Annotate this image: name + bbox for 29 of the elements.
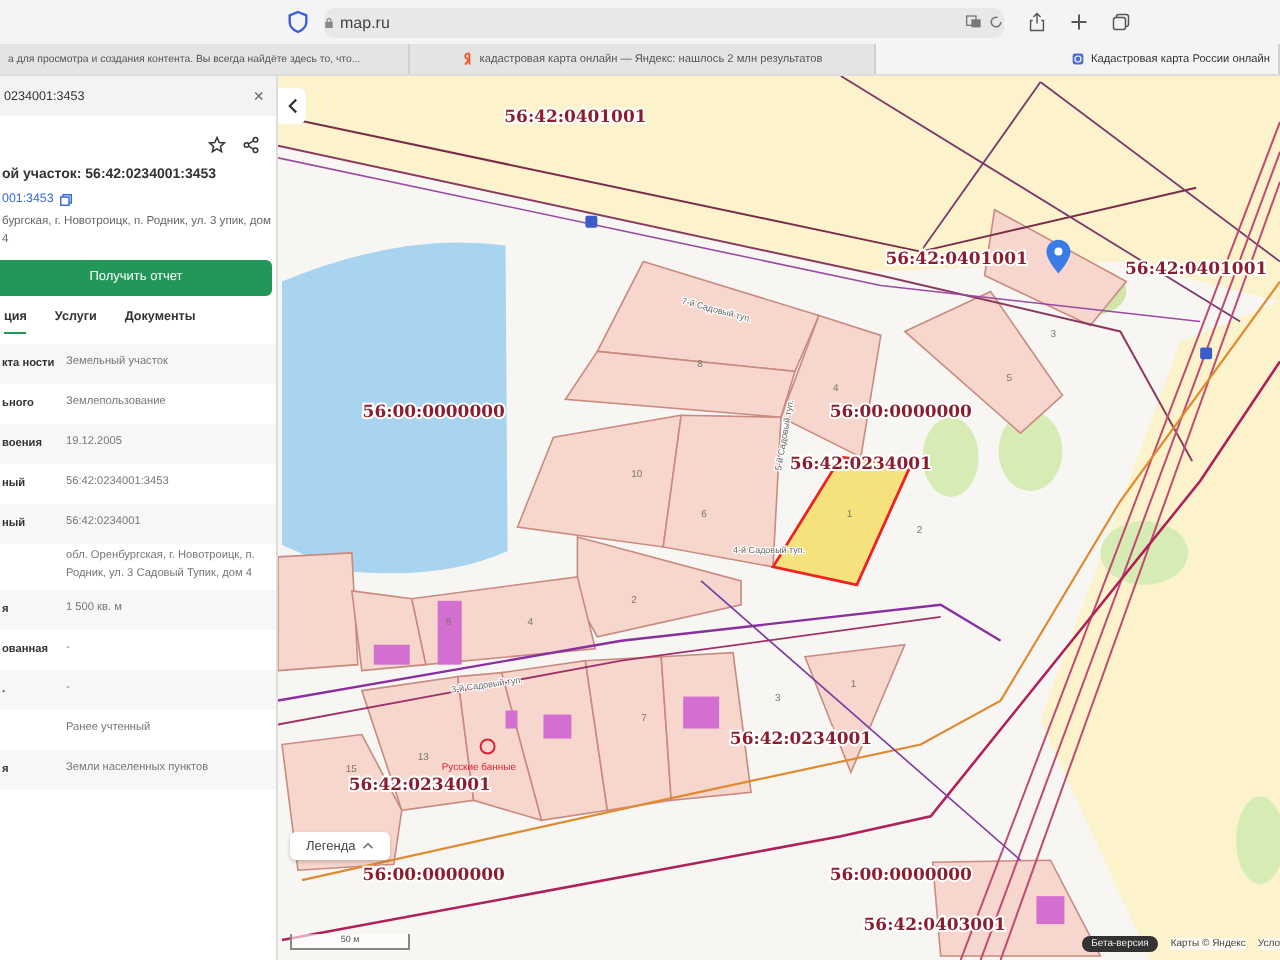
address-bar[interactable]: map.ru <box>324 7 1004 37</box>
close-button[interactable]: × <box>253 86 264 106</box>
zone-label: 56:00:0000000 <box>829 401 972 422</box>
zone-label: 56:42:0234001 <box>729 728 873 749</box>
globe-icon <box>1072 52 1085 66</box>
zone-label: 56:00:0000000 <box>829 864 972 885</box>
zone-label: 56:42:0401001 <box>885 247 1028 268</box>
zone-label: 56:00:0000000 <box>362 864 505 885</box>
translate-icon[interactable] <box>966 14 982 30</box>
chevron-icon <box>287 98 297 114</box>
shield-icon[interactable] <box>288 10 308 34</box>
star-icon[interactable] <box>208 136 226 154</box>
map-drawing[interactable] <box>278 76 1280 960</box>
letter-icon <box>461 52 474 66</box>
zone-label: 56:42:0401001 <box>504 105 647 126</box>
tabs-icon[interactable] <box>1112 12 1130 32</box>
share-icon[interactable] <box>242 136 260 154</box>
bus-stop-icon[interactable] <box>1200 347 1213 360</box>
plus-icon[interactable] <box>1070 12 1088 32</box>
zone-label: 56:42:0234001 <box>348 774 491 795</box>
collapse-button[interactable] <box>278 88 306 124</box>
share-icon[interactable] <box>1028 12 1046 32</box>
poi-icon[interactable] <box>479 738 496 755</box>
map-pin-icon[interactable] <box>1046 239 1071 274</box>
caret-icon <box>361 842 374 850</box>
lock-icon <box>324 15 334 29</box>
copy-icon[interactable] <box>59 193 72 205</box>
zone-label: 56:00:0000000 <box>362 401 505 422</box>
reload-icon[interactable] <box>988 14 1004 30</box>
